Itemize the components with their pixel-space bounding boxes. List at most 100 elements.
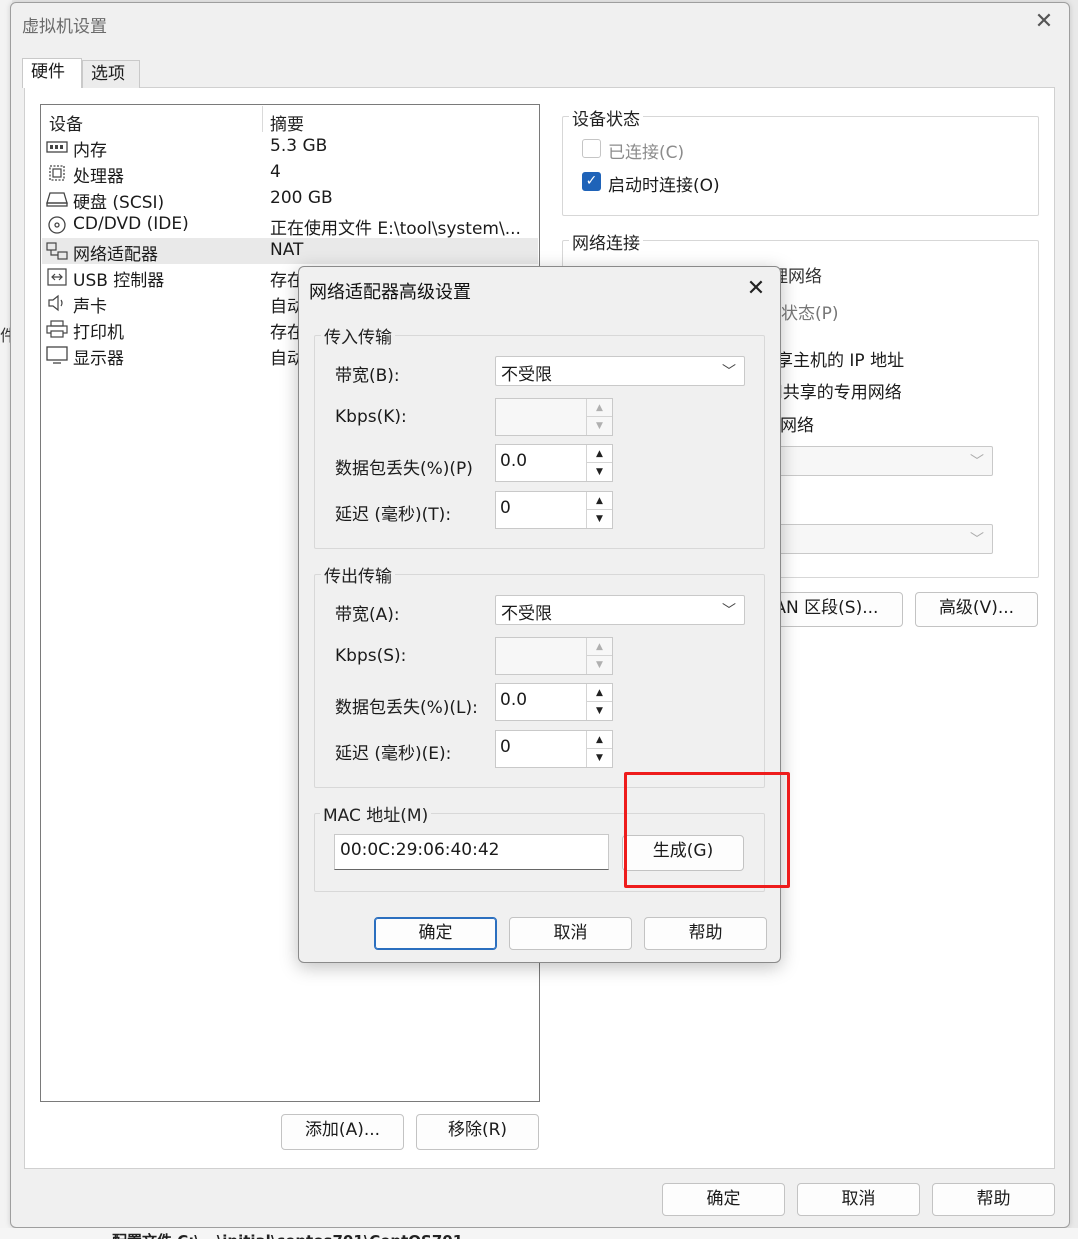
select-value: 不受限: [501, 604, 552, 624]
incoming-bandwidth-select[interactable]: 不受限 ﹀: [495, 356, 745, 386]
device-name: 打印机: [73, 323, 124, 343]
mac-address-input[interactable]: 00:0C:29:06:40:42: [334, 834, 609, 870]
cancel-button[interactable]: 取消: [797, 1183, 920, 1216]
spin-down-icon[interactable]: ▼: [587, 417, 612, 435]
mac-address-value: 00:0C:29:06:40:42: [340, 840, 500, 860]
device-row-cpu[interactable]: 处理器 4: [42, 160, 538, 187]
connect-on-start-checkbox[interactable]: ✓: [582, 172, 601, 191]
spinner-value: 0.0: [500, 451, 528, 471]
outgoing-bandwidth-select[interactable]: 不受限 ﹀: [495, 595, 745, 625]
chevron-down-icon: ﹀: [970, 532, 984, 548]
spin-down-icon[interactable]: ▼: [587, 749, 612, 767]
dialog-cancel-button[interactable]: 取消: [509, 917, 632, 950]
background-window-bottom: 配置文件 C:\...\initial\centos701\CentOS701: [0, 1228, 1078, 1239]
incoming-kbps-spinner[interactable]: ▲ ▼: [495, 398, 613, 436]
device-name: 处理器: [73, 167, 124, 187]
spin-down-icon[interactable]: ▼: [587, 510, 612, 528]
monitor-icon: [46, 346, 68, 364]
window-title: 虚拟机设置: [22, 17, 107, 37]
outgoing-latency-label: 延迟 (毫秒)(E):: [335, 744, 452, 764]
device-name: CD/DVD (IDE): [73, 214, 189, 234]
device-row-harddisk[interactable]: 硬盘 (SCSI) 200 GB: [42, 186, 538, 213]
replicate-state-option[interactable]: 状态(P): [781, 299, 839, 324]
spin-up-icon[interactable]: ▲: [587, 684, 612, 702]
speaker-icon: [48, 294, 63, 312]
device-row-cddvd[interactable]: CD/DVD (IDE) 正在使用文件 E:\tool\system\...: [42, 212, 538, 239]
summary-column-header[interactable]: 摘要: [270, 110, 304, 135]
device-name: USB 控制器: [73, 271, 165, 291]
printer-icon: [46, 320, 68, 338]
nat-option-text[interactable]: 享主机的 IP 地址: [776, 346, 904, 371]
device-row-memory[interactable]: 内存 5.3 GB: [42, 134, 538, 161]
memory-icon: [46, 141, 68, 153]
network-icon: [46, 242, 68, 260]
spinner-value: 0: [500, 737, 511, 757]
tab-options[interactable]: 选项: [82, 60, 140, 88]
spin-up-icon[interactable]: ▲: [587, 492, 612, 510]
custom-option-text[interactable]: 网络: [780, 411, 814, 436]
device-summary: NAT: [270, 240, 304, 260]
incoming-loss-spinner[interactable]: 0.0 ▲ ▼: [495, 444, 613, 482]
outgoing-transfer-title: 传出传输: [321, 562, 395, 587]
column-separator: [262, 106, 263, 132]
dialog-help-button[interactable]: 帮助: [644, 917, 767, 950]
outgoing-latency-spinner[interactable]: 0 ▲ ▼: [495, 730, 613, 768]
window-close-icon[interactable]: ✕: [1032, 10, 1056, 34]
device-row-network-adapter[interactable]: 网络适配器 NAT: [42, 238, 538, 265]
spin-up-icon[interactable]: ▲: [587, 731, 612, 749]
outgoing-bandwidth-label: 带宽(A):: [335, 605, 400, 625]
outgoing-loss-label: 数据包丢失(%)(L):: [335, 698, 478, 718]
cpu-icon: [49, 165, 65, 181]
help-button[interactable]: 帮助: [932, 1183, 1055, 1216]
spin-down-icon[interactable]: ▼: [587, 702, 612, 720]
incoming-latency-spinner[interactable]: 0 ▲ ▼: [495, 491, 613, 529]
remove-device-button[interactable]: 移除(R): [416, 1114, 539, 1150]
device-name: 内存: [73, 141, 107, 161]
harddisk-icon: [46, 192, 68, 207]
network-connection-title: 网络连接: [569, 229, 643, 254]
incoming-transfer-title: 传入传输: [321, 323, 395, 348]
cd-icon: [48, 216, 66, 234]
mac-address-label: MAC 地址(M): [320, 801, 432, 826]
outgoing-kbps-label: Kbps(S):: [335, 646, 407, 666]
spinner-value: 0.0: [500, 690, 528, 710]
spinner-value: 0: [500, 498, 511, 518]
advanced-button[interactable]: 高级(V)...: [915, 592, 1038, 627]
background-config-text: 配置文件 C:\...\initial\centos701\CentOS701: [112, 1230, 463, 1239]
outgoing-kbps-spinner[interactable]: ▲ ▼: [495, 637, 613, 675]
spin-up-icon[interactable]: ▲: [587, 638, 612, 656]
dialog-title: 网络适配器高级设置: [309, 282, 471, 303]
device-name: 网络适配器: [73, 245, 158, 265]
outgoing-loss-spinner[interactable]: 0.0 ▲ ▼: [495, 683, 613, 721]
spin-down-icon[interactable]: ▼: [587, 656, 612, 674]
device-summary: 5.3 GB: [270, 136, 328, 156]
device-summary: 正在使用文件 E:\tool\system\...: [270, 219, 521, 239]
spin-up-icon[interactable]: ▲: [587, 445, 612, 463]
select-value: 不受限: [501, 365, 552, 385]
connect-on-start-label: 启动时连接(O): [608, 176, 720, 196]
spin-up-icon[interactable]: ▲: [587, 399, 612, 417]
device-name: 显示器: [73, 349, 124, 369]
hostonly-option-text[interactable]: l共享的专用网络: [778, 378, 902, 403]
device-name: 声卡: [73, 297, 107, 317]
incoming-bandwidth-label: 带宽(B):: [335, 366, 400, 386]
device-column-header[interactable]: 设备: [49, 110, 83, 135]
device-summary: 4: [270, 162, 281, 182]
device-status-group: [562, 116, 1039, 216]
chevron-down-icon: ﹀: [722, 364, 736, 380]
ok-button[interactable]: 确定: [662, 1183, 785, 1216]
incoming-loss-label: 数据包丢失(%)(P): [335, 459, 473, 479]
chevron-down-icon: ﹀: [722, 603, 736, 619]
tab-hardware[interactable]: 硬件: [22, 58, 82, 88]
dialog-ok-button[interactable]: 确定: [374, 917, 497, 950]
connected-checkbox[interactable]: [582, 139, 601, 158]
spin-down-icon[interactable]: ▼: [587, 463, 612, 481]
device-status-title: 设备状态: [569, 105, 643, 130]
add-device-button[interactable]: 添加(A)...: [281, 1114, 404, 1150]
device-name: 硬盘 (SCSI): [73, 193, 165, 213]
incoming-latency-label: 延迟 (毫秒)(T):: [335, 505, 452, 525]
usb-icon: [47, 268, 67, 286]
incoming-kbps-label: Kbps(K):: [335, 407, 407, 427]
device-summary: 200 GB: [270, 188, 333, 208]
dialog-close-icon[interactable]: ✕: [744, 277, 768, 301]
